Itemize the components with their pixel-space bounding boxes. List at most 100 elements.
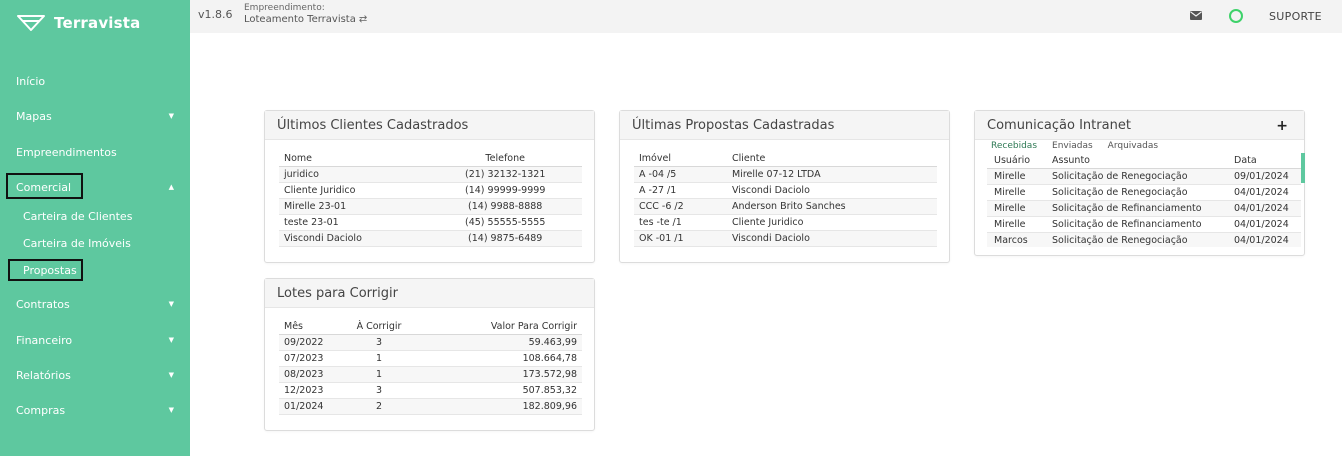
table-row[interactable]: Mirelle 23-01 (14) 9988-8888 [279,198,582,215]
table-cell: 507.853,32 [409,382,582,399]
table-row[interactable]: A -27 /1 Viscondi Daciolo [634,182,937,199]
tab-arquivadas[interactable]: Arquivadas [1108,141,1158,151]
table-row[interactable]: teste 23-01 (45) 55555-5555 [279,214,582,231]
swap-icon[interactable]: ⇄ [359,14,367,25]
table-row[interactable]: Mirelle Solicitação de Renegociação 04/01/… [987,184,1301,201]
intranet-scroll-area[interactable]: Usuário Assunto Data Mirelle Solicitação … [987,153,1305,247]
caret-down-icon: ▼ [168,406,174,414]
brand[interactable]: Terravista [17,13,140,33]
table-cell: (14) 9875-6489 [428,230,582,247]
app-version: v1.8.6 [198,8,233,21]
table-cell: 04/01/2024 [1229,184,1301,201]
column-header: À Corrigir [349,319,409,335]
table-cell: OK -01 /1 [634,230,727,247]
add-message-icon[interactable]: + [1276,119,1288,133]
caret-down-icon: ▼ [168,112,174,120]
table-cell: 1 [349,350,409,367]
table-cell: Mirelle [987,216,1047,233]
sidebar-item-compras[interactable]: Compras ▼ [0,399,190,421]
table-cell: Cliente Juridico [727,214,937,231]
table-cell: Marcos [987,232,1047,247]
table-cell: 3 [349,382,409,399]
sidebar-item-label: Compras [16,403,66,417]
table-cell: Solicitação de Refinanciamento [1047,216,1229,233]
table-cell: Viscondi Daciolo [727,230,937,247]
card-ultimas-propostas: Últimas Propostas Cadastradas Imóvel Cli… [619,110,950,263]
sidebar-item-label: Mapas [16,109,52,123]
card-header: Comunicação Intranet + [975,111,1304,140]
table-row[interactable]: juridico (21) 32132-1321 [279,166,582,183]
table-row[interactable]: Viscondi Daciolo (14) 9875-6489 [279,230,582,247]
column-header: Cliente [727,151,937,167]
table-row[interactable]: Mirelle Solicitação de Renegociação 09/01/… [987,168,1301,185]
card-ultimos-clientes: Últimos Clientes Cadastrados Nome Telefo… [264,110,595,263]
table-cell: 1 [349,366,409,383]
table-cell: Viscondi Daciolo [279,230,429,247]
table-row[interactable]: tes -te /1 Cliente Juridico [634,214,937,231]
table-cell: 07/2023 [279,350,349,367]
table-row[interactable]: 08/2023 1 173.572,98 [279,366,582,383]
sidebar-item-carteira-clientes[interactable]: Carteira de Clientes [0,205,190,227]
sidebar-item-label: Carteira de Imóveis [23,236,131,250]
table-cell: (14) 99999-9999 [428,182,582,199]
propostas-table: Imóvel Cliente A -04 /5 Mirelle 07-12 LTD… [634,151,937,247]
table-row[interactable]: 07/2023 1 108.664,78 [279,350,582,367]
table-cell: A -27 /1 [634,182,727,199]
sidebar-item-label: Início [16,74,46,88]
table-cell: 04/01/2024 [1229,232,1301,247]
table-cell: 108.664,78 [409,350,582,367]
table-cell: Mirelle [987,184,1047,201]
sidebar-item-contratos[interactable]: Contratos ▼ [0,293,190,315]
app-name: Terravista [54,14,141,32]
table-cell: Mirelle [987,200,1047,217]
table-cell: 04/01/2024 [1229,200,1301,217]
table-cell: Mirelle 07-12 LTDA [727,166,937,183]
intranet-table: Usuário Assunto Data Mirelle Solicitação … [987,153,1301,247]
mail-icon[interactable] [1190,11,1202,20]
sidebar-item-financeiro[interactable]: Financeiro ▼ [0,329,190,351]
table-row[interactable]: A -04 /5 Mirelle 07-12 LTDA [634,166,937,183]
sidebar-item-inicio[interactable]: Início [0,70,190,92]
table-row[interactable]: 01/2024 2 182.809,96 [279,398,582,415]
caret-down-icon: ▼ [168,371,174,379]
table-cell: Viscondi Daciolo [727,182,937,199]
support-link[interactable]: SUPORTE [1269,10,1322,23]
table-row[interactable]: Marcos Solicitação de Renegociação 04/01/2… [987,232,1301,247]
table-cell: A -04 /5 [634,166,727,183]
sidebar-item-relatorios[interactable]: Relatórios ▼ [0,364,190,386]
empreendimento-name: Loteamento Terravista [244,14,356,25]
sidebar-item-label: Contratos [16,297,70,311]
table-row[interactable]: CCC -6 /2 Anderson Brito Sanches [634,198,937,215]
intranet-tabs: Recebidas Enviadas Arquivadas [991,141,1173,151]
card-title: Lotes para Corrigir [277,286,398,301]
tab-recebidas[interactable]: Recebidas [991,141,1037,151]
table-row[interactable]: Cliente Juridico (14) 99999-9999 [279,182,582,199]
card-header: Últimos Clientes Cadastrados [265,111,594,140]
card-title: Comunicação Intranet [987,118,1131,133]
table-cell: 173.572,98 [409,366,582,383]
terravista-logo-icon [17,15,45,31]
table-row[interactable]: Mirelle Solicitação de Refinanciamento 04/… [987,216,1301,233]
table-cell: 04/01/2024 [1229,216,1301,233]
empreendimento-selector[interactable]: Loteamento Terravista ⇄ [244,14,367,25]
card-lotes-corrigir: Lotes para Corrigir Mês À Corrigir Valor… [264,278,595,431]
tab-enviadas[interactable]: Enviadas [1052,141,1093,151]
table-cell: juridico [279,166,429,183]
table-cell: (14) 9988-8888 [428,198,582,215]
sidebar-item-carteira-imoveis[interactable]: Carteira de Imóveis [0,232,190,254]
caret-down-icon: ▼ [168,300,174,308]
column-header: Imóvel [634,151,727,167]
table-cell: 01/2024 [279,398,349,415]
status-circle-icon[interactable] [1229,9,1243,23]
sidebar-item-mapas[interactable]: Mapas ▼ [0,105,190,127]
table-row[interactable]: 12/2023 3 507.853,32 [279,382,582,399]
clientes-table: Nome Telefone juridico (21) 32132-1321 Cli… [279,151,582,247]
table-row[interactable]: OK -01 /1 Viscondi Daciolo [634,230,937,247]
sidebar-item-empreendimentos[interactable]: Empreendimentos [0,141,190,163]
table-cell: 3 [349,334,409,351]
table-row[interactable]: 09/2022 3 59.463,99 [279,334,582,351]
column-header: Assunto [1047,153,1229,169]
table-cell: Anderson Brito Sanches [727,198,937,215]
scrollbar-thumb[interactable] [1301,153,1305,183]
table-row[interactable]: Mirelle Solicitação de Refinanciamento 04/… [987,200,1301,217]
